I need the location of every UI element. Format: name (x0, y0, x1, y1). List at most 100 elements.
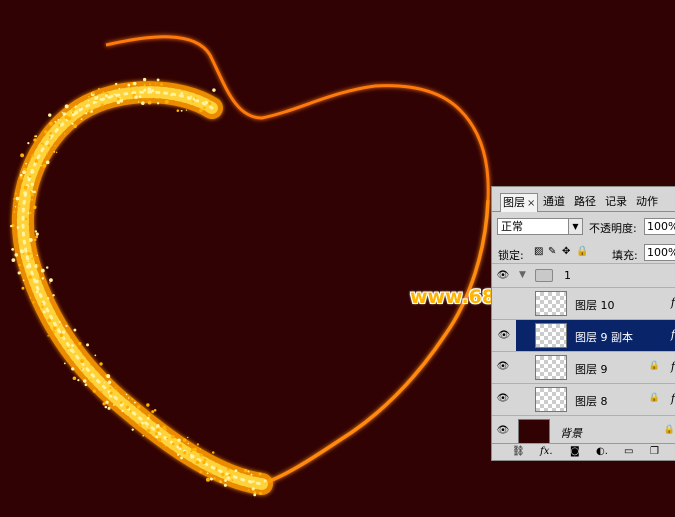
tab-actions[interactable]: 动作 (634, 193, 660, 210)
sparkle (36, 264, 40, 268)
sparkle (133, 401, 136, 404)
tab-layers[interactable]: 图层 × (500, 193, 539, 212)
sparkle (55, 151, 58, 154)
sparkle (129, 86, 131, 89)
blend-mode-select[interactable]: 正常 ▼ (497, 218, 583, 235)
eye-icon[interactable]: 👁 (496, 393, 510, 405)
sparkle (133, 81, 137, 86)
sparkle (35, 135, 38, 138)
sparkle (234, 469, 238, 473)
sparkle (23, 191, 27, 195)
sparkle (17, 271, 21, 275)
mask-icon[interactable]: ◙ (570, 446, 580, 458)
sparkle (57, 328, 61, 331)
eye-icon[interactable]: 👁 (496, 361, 510, 373)
tab-paths[interactable]: 路径 (572, 193, 598, 210)
sparkle (61, 117, 63, 120)
sparkle (31, 198, 34, 201)
sparkle (46, 152, 49, 155)
sparkle (92, 389, 97, 393)
layer-row-10[interactable]: 图层 10 f (492, 287, 675, 319)
sparkle (80, 359, 85, 364)
sparkle (160, 83, 163, 86)
layer-thumbnail (535, 323, 567, 348)
sparkle (59, 333, 64, 338)
tab-channels[interactable]: 通道 (541, 193, 567, 210)
fx-icon[interactable]: f (671, 328, 675, 341)
sparkle (155, 435, 158, 439)
link-icon[interactable]: ⛓ (512, 446, 525, 458)
tab-history[interactable]: 记录 (603, 193, 629, 210)
layer-row-9-copy[interactable]: 👁 图层 9 副本 f (492, 319, 675, 352)
lock-icon: 🔒 (648, 393, 660, 403)
sparkle (109, 394, 113, 398)
sparkle (115, 386, 117, 388)
sparkle (226, 476, 231, 480)
sparkle (143, 83, 146, 87)
sparkle (224, 479, 227, 482)
sparkle (71, 111, 74, 114)
sparkle (183, 450, 187, 455)
sparkle (142, 434, 144, 437)
sparkle (190, 450, 193, 453)
sparkle (215, 469, 217, 471)
new-layer-icon[interactable]: ❐ (650, 446, 659, 458)
sparkle (94, 354, 97, 357)
eye-icon[interactable]: 👁 (492, 320, 516, 352)
sparkle (209, 477, 213, 481)
layer-row-8[interactable]: 👁 图层 8 🔒 f (492, 383, 675, 415)
sparkle (118, 88, 121, 90)
fx-icon[interactable]: fx. (540, 446, 553, 458)
sparkle (141, 421, 145, 425)
sparkle (20, 177, 22, 180)
sparkle (138, 101, 140, 103)
fx-icon[interactable]: f (671, 296, 675, 309)
sparkle (154, 432, 158, 436)
lock-brush-icon[interactable]: ✎ (548, 247, 558, 257)
layer-thumbnail (535, 387, 567, 412)
sparkle (156, 425, 159, 428)
sparkle (187, 436, 189, 439)
sparkle (40, 268, 45, 273)
sparkle (106, 374, 111, 379)
sparkle (196, 443, 199, 446)
layer-row-9[interactable]: 👁 图层 9 🔒 f (492, 351, 675, 383)
sparkle (33, 190, 36, 194)
heart-tail (105, 35, 490, 201)
sparkle (100, 103, 104, 107)
sparkle (69, 349, 73, 352)
sparkle (72, 376, 77, 381)
close-icon[interactable]: × (527, 198, 535, 209)
eye-icon[interactable]: 👁 (496, 270, 510, 282)
sparkle (47, 335, 49, 337)
sparkle (180, 109, 183, 112)
sparkle (27, 252, 31, 256)
sparkle (11, 247, 15, 251)
fill-field[interactable]: 100% (644, 244, 675, 261)
sparkle (41, 302, 43, 305)
sparkle (203, 106, 206, 110)
lock-move-icon[interactable]: ✥ (562, 247, 572, 257)
fx-icon[interactable]: f (671, 360, 675, 373)
sparkle (58, 124, 61, 127)
sparkle (151, 89, 155, 93)
sparkle (53, 151, 56, 153)
chevron-down-icon[interactable]: ▼ (568, 219, 582, 234)
adjustment-icon[interactable]: ◐. (596, 446, 608, 458)
sparkle (44, 130, 48, 134)
lock-transparent-icon[interactable]: ▨ (534, 247, 544, 257)
opacity-field[interactable]: 100% (644, 218, 675, 235)
sparkle (187, 96, 191, 100)
sparkle (87, 95, 90, 98)
eye-icon[interactable]: 👁 (496, 425, 510, 437)
triangle-down-icon[interactable]: ▼ (519, 270, 526, 280)
sparkle (177, 453, 180, 456)
sparkle (138, 95, 142, 98)
lock-all-icon[interactable]: 🔒 (576, 247, 588, 257)
fx-icon[interactable]: f (671, 392, 675, 405)
sparkle (34, 230, 38, 233)
layer-thumbnail (535, 291, 567, 316)
sparkle (59, 324, 61, 326)
group-icon[interactable]: ▭ (624, 446, 633, 458)
layer-group-row[interactable]: 👁 ▼ 1 (492, 263, 675, 287)
